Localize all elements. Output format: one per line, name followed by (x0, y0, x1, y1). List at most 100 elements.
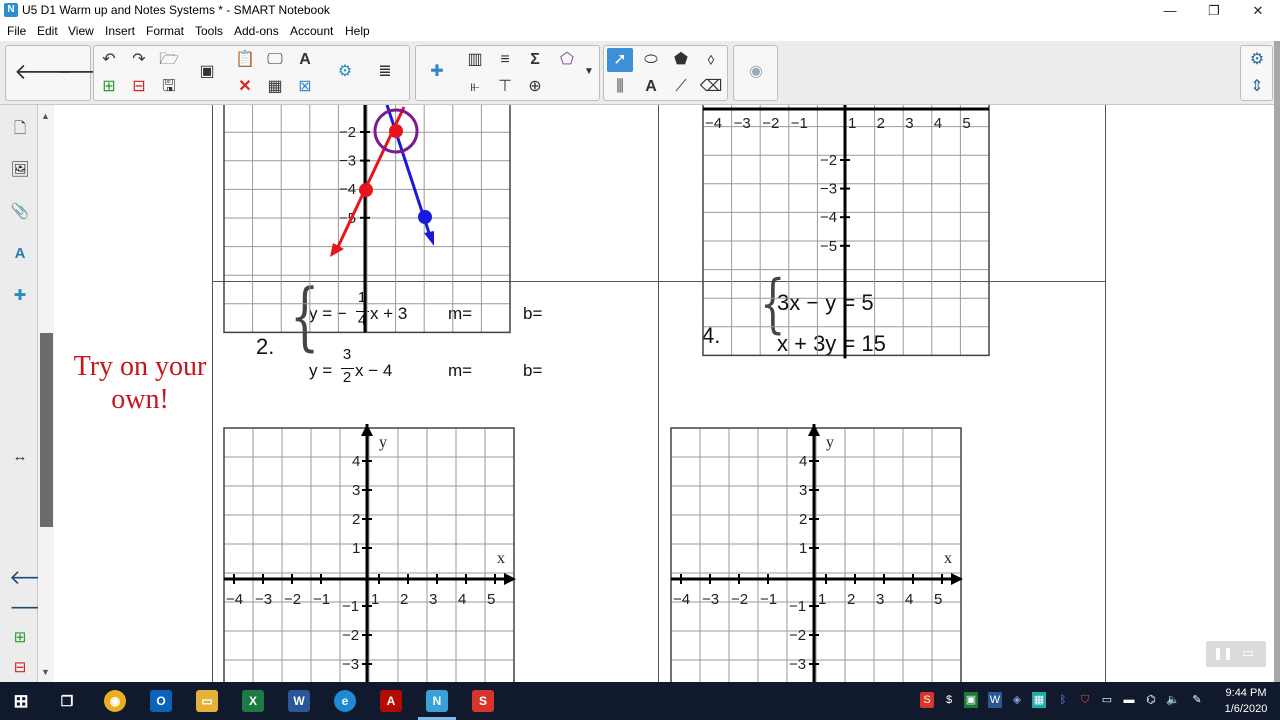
vertical-scrollbar[interactable]: ▲ ▼ (38, 105, 54, 682)
notebook-canvas[interactable]: Try on your own! 2. { y = − 1 4 x + 3 m=… (54, 105, 1274, 682)
scrollbar-thumb[interactable] (40, 333, 53, 527)
dropdown-arrow-icon[interactable]: ▼ (576, 60, 602, 84)
align-left-icon[interactable]: ⫦ (462, 75, 488, 99)
attachments-icon[interactable]: 📎 (9, 200, 31, 224)
eraser-icon[interactable]: ⌫ (698, 75, 724, 99)
distribute-icon[interactable]: ⊕ (522, 75, 548, 99)
edge-icon[interactable]: e (334, 690, 356, 712)
previous-page-side-icon[interactable]: 🡐 (9, 566, 63, 590)
add-page-icon[interactable]: ⊞ (96, 75, 122, 99)
settings-gear-icon[interactable]: ⚙ (1244, 48, 1270, 72)
scroll-down-icon[interactable]: ▼ (41, 667, 50, 677)
image-icon[interactable]: ▭ (1242, 645, 1254, 661)
graph-problem-2-y-tick-label: 3 (352, 482, 360, 499)
add-page-side-icon[interactable]: ⊞ (9, 626, 31, 650)
redo-icon[interactable]: ↷ (126, 48, 152, 72)
add-ons-puzzle-icon[interactable]: ✚ (424, 60, 450, 84)
resize-panel-icon[interactable]: ↔ (9, 445, 31, 469)
menu-tools[interactable]: Tools (195, 24, 223, 38)
display-icon[interactable]: 🖵 (262, 48, 288, 72)
excel-icon[interactable]: X (242, 690, 264, 712)
undo-icon[interactable]: ↶ (96, 48, 122, 72)
gallery-icon[interactable]: ⚙ (332, 60, 358, 84)
chrome-icon[interactable]: ◉ (104, 690, 126, 712)
page-controls[interactable]: ❚❚ ▭ (1206, 641, 1266, 667)
minimize-button[interactable]: — (1148, 0, 1192, 21)
shape-icon[interactable]: ⬟ (668, 48, 694, 72)
graph-problem-2-x-tick-label: 3 (429, 591, 437, 608)
align-icon[interactable]: ≣ (372, 60, 398, 84)
smart-notebook-taskbar-icon[interactable]: N (426, 690, 448, 712)
graph-problem-1-y-tick-label: −3 (339, 153, 356, 170)
tray-security-icon[interactable]: ⛉ (1078, 692, 1092, 708)
tray-display-icon[interactable]: ▭ (1100, 692, 1114, 708)
delete-icon[interactable]: ✕ (232, 75, 258, 99)
menu-account[interactable]: Account (290, 24, 333, 38)
delete-page-icon[interactable]: ⊟ (126, 75, 152, 99)
tray-dollar-icon[interactable]: $ (942, 692, 956, 708)
chart-icon[interactable]: ▥ (462, 48, 488, 72)
toolbar: 🡐 🡒 ↶ ↷ 🗁 ⊞ ⊟ 🖫 ▣ 📋 🖵 A ✕ ▦ ⊠ ⚙ ≣ ✚ ▥ ≡ … (0, 41, 1280, 105)
table-icon[interactable]: ▦ (262, 75, 288, 99)
save-icon[interactable]: 🖫 (156, 75, 182, 99)
menu-addons[interactable]: Add-ons (234, 24, 279, 38)
align-top-icon[interactable]: ⊤ (492, 75, 518, 99)
scroll-up-icon[interactable]: ▲ (41, 111, 50, 121)
fill-icon[interactable]: ⬨ (698, 48, 724, 72)
select-arrow-icon[interactable]: ➚ (607, 48, 633, 72)
tray-keyboard-icon[interactable]: ✎ (1190, 692, 1204, 708)
task-view-icon[interactable]: ❐ (56, 690, 78, 712)
page-sorter-icon[interactable]: 🗋 (9, 117, 31, 141)
tray-shield-icon[interactable]: ◈ (1010, 692, 1024, 708)
outlook-icon[interactable]: O (150, 690, 172, 712)
paste-icon[interactable]: 📋 (232, 48, 258, 72)
word-icon[interactable]: W (288, 690, 310, 712)
tray-wifi-icon[interactable]: ⌬ (1144, 692, 1158, 708)
properties-tab-icon[interactable]: A (9, 242, 31, 266)
text-recognition-icon[interactable]: A (292, 48, 318, 72)
open-file-icon[interactable]: 🗁 (156, 48, 182, 72)
properties-icon[interactable]: ◉ (743, 60, 769, 84)
response-icon[interactable]: ≡ (492, 48, 518, 72)
text-tool-icon[interactable]: A (638, 75, 664, 99)
tray-network-app-icon[interactable]: ▦ (1032, 692, 1046, 708)
capture-icon[interactable]: ⊠ (292, 75, 318, 99)
acrobat-icon[interactable]: A (380, 690, 402, 712)
nav-group: 🡐 🡒 (5, 45, 115, 101)
restore-button[interactable]: ❐ (1192, 0, 1236, 21)
menu-help[interactable]: Help (345, 24, 370, 38)
menu-edit[interactable]: Edit (37, 24, 58, 38)
tray-bluetooth-icon[interactable]: ᛒ (1056, 692, 1070, 708)
measurement-tools-icon[interactable]: ⫼ (607, 75, 633, 99)
previous-page-icon[interactable]: 🡐 (14, 60, 73, 84)
math-sum-icon[interactable]: Σ (522, 48, 548, 72)
menu-view[interactable]: View (68, 24, 94, 38)
menu-format[interactable]: Format (146, 24, 184, 38)
line-tool-icon[interactable]: ⟋ (668, 75, 694, 99)
tray-app-icon[interactable]: ▣ (964, 692, 978, 708)
file-explorer-icon[interactable]: ▭ (196, 690, 218, 712)
menu-insert[interactable]: Insert (105, 24, 135, 38)
screencast-icon[interactable]: S (472, 690, 494, 712)
gallery-tab-icon[interactable]: 🖼 (9, 158, 31, 182)
tray-volume-icon[interactable]: 🔈 (1166, 692, 1180, 708)
graph-problem-1-blue-arrow (424, 231, 434, 246)
windows-start-icon[interactable]: ⊞ (10, 690, 32, 712)
next-page-icon[interactable]: 🡒 (56, 60, 115, 84)
system-clock[interactable]: 9:44 PM 1/6/2020 (1218, 685, 1274, 717)
graph-problem-4-x-tick-label: −3 (702, 591, 719, 608)
add-ons-tab-icon[interactable]: ✚ (9, 284, 31, 308)
next-page-side-icon[interactable]: 🡒 (9, 596, 63, 620)
graph-problem-3-x-tick-label: 3 (905, 115, 913, 132)
tray-battery-icon[interactable]: ▬ (1122, 692, 1136, 708)
graph-problem-3-x-tick-label: 2 (877, 115, 885, 132)
pen-icon[interactable]: ⬭ (638, 48, 664, 72)
close-button[interactable]: ✕ (1236, 0, 1280, 21)
pause-icon[interactable]: ❚❚ (1213, 646, 1233, 660)
move-toolbar-icon[interactable]: ⇕ (1244, 75, 1270, 99)
tray-screencast-icon[interactable]: S (920, 692, 934, 708)
tray-word-icon[interactable]: W (988, 692, 1002, 708)
delete-page-side-icon[interactable]: ⊟ (9, 656, 31, 680)
screen-shade-icon[interactable]: ▣ (194, 60, 220, 84)
menu-file[interactable]: File (7, 24, 26, 38)
